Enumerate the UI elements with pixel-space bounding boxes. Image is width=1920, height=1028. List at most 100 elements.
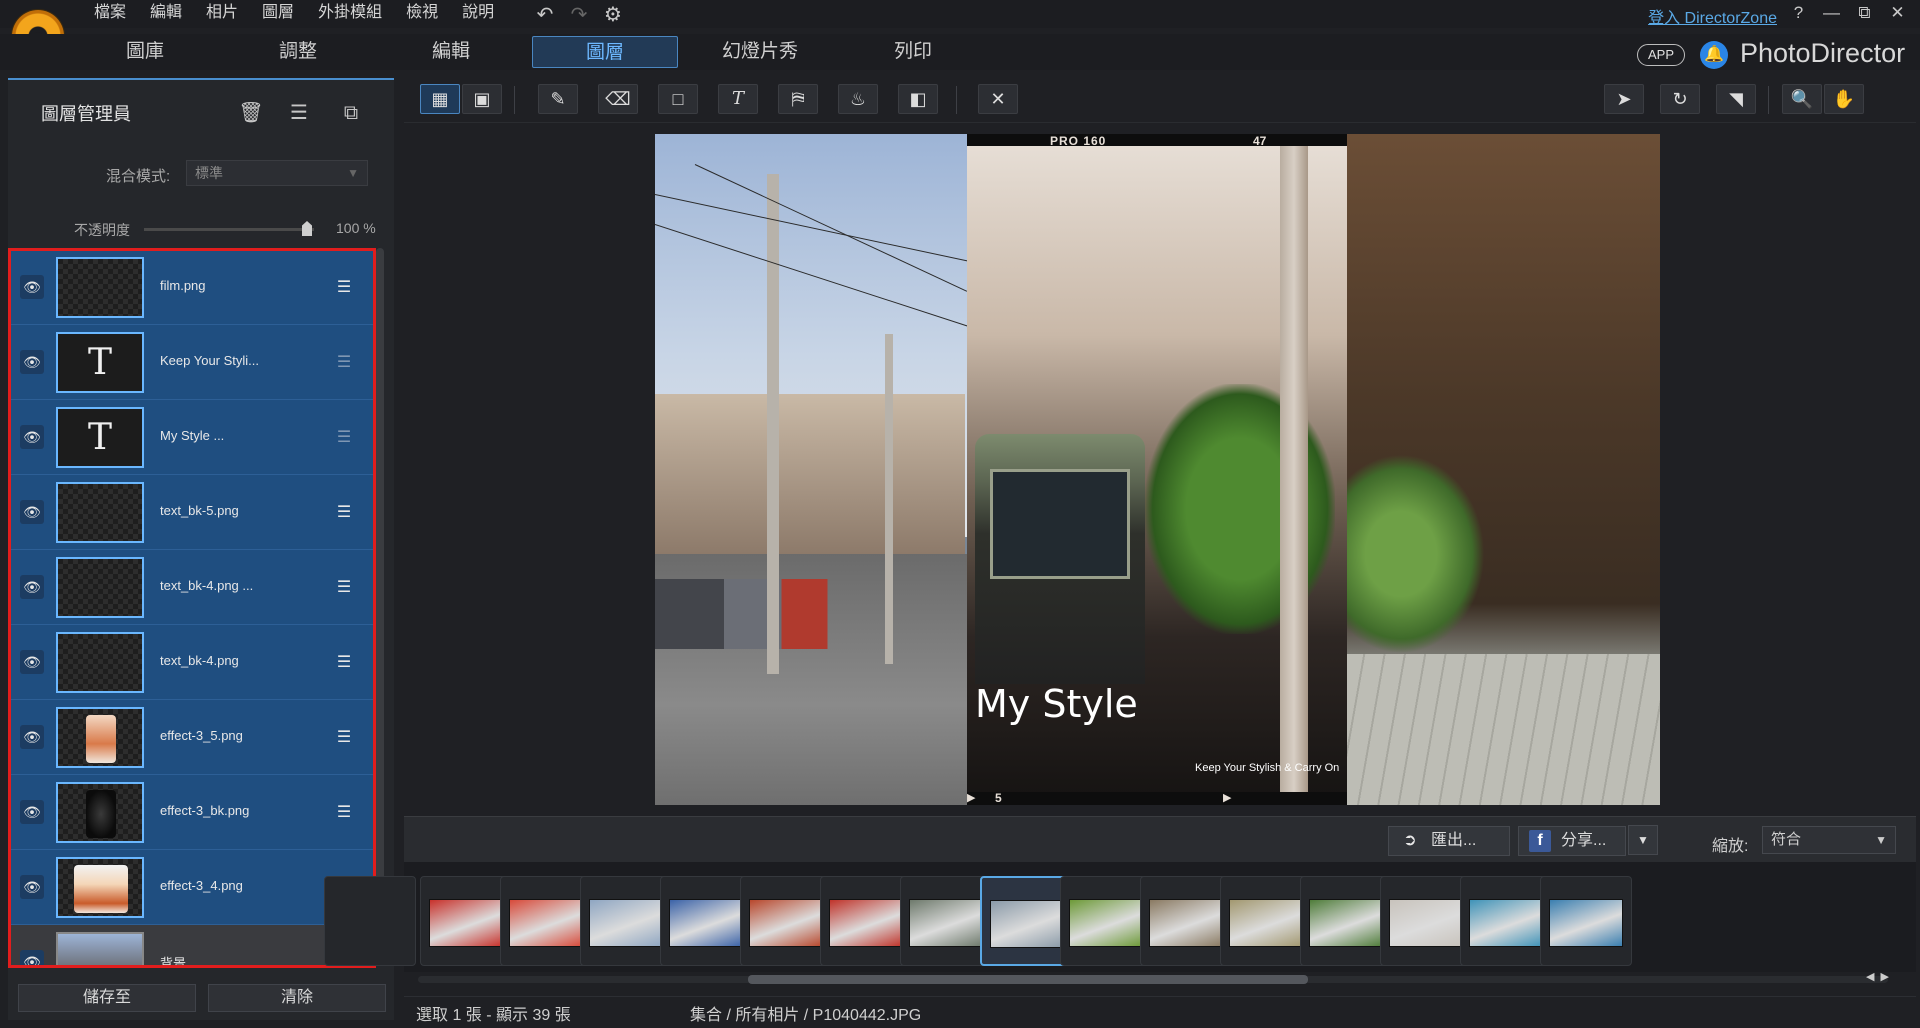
text-tool-icon[interactable]: T xyxy=(718,84,758,114)
blend-mode-select[interactable]: 標準 ▼ xyxy=(186,160,368,186)
tab-library[interactable]: 圖庫 xyxy=(100,36,190,68)
layer-item[interactable]: 👁 T Keep Your Styli... ☰ xyxy=(10,325,376,400)
close-icon[interactable]: ✕ xyxy=(1881,2,1914,24)
tab-layers[interactable]: 圖層 xyxy=(532,36,678,68)
canvas-title-text[interactable]: My Style xyxy=(975,682,1138,726)
menu-plugins[interactable]: 外掛模組 xyxy=(306,2,394,24)
filmstrip-thumbnail[interactable] xyxy=(1300,876,1392,966)
clear-button[interactable]: 清除 xyxy=(208,984,386,1012)
layer-item[interactable]: 👁 text_bk-5.png ☰ xyxy=(10,475,376,550)
login-link[interactable]: 登入 DirectorZone xyxy=(1648,4,1777,28)
layer-settings-icon[interactable]: ☰ xyxy=(332,426,356,450)
layer-item[interactable]: 👁 effect-3_4.png ☰ xyxy=(10,850,376,925)
eye-icon[interactable]: 👁 xyxy=(20,725,44,749)
export-button[interactable]: ➲ 匯出... xyxy=(1388,826,1510,856)
eye-icon[interactable]: 👁 xyxy=(20,575,44,599)
filmstrip-thumbnail[interactable] xyxy=(1220,876,1312,966)
canvas-subtitle-text[interactable]: Keep Your Stylish & Carry On xyxy=(1195,762,1339,774)
restore-icon[interactable]: ⧉ xyxy=(1848,2,1881,24)
filmstrip-thumbnail[interactable] xyxy=(1540,876,1632,966)
brush-icon[interactable]: ✎ xyxy=(538,84,578,114)
save-to-button[interactable]: 儲存至 xyxy=(18,984,196,1012)
zoom-select[interactable]: 符合 ▼ xyxy=(1762,826,1896,854)
eye-icon[interactable]: 👁 xyxy=(20,350,44,374)
layer-settings-icon[interactable]: ☰ xyxy=(332,801,356,825)
filmstrip-scroll-thumb[interactable] xyxy=(748,975,1308,984)
eye-icon[interactable]: 👁 xyxy=(20,650,44,674)
rectangle-icon[interactable]: □ xyxy=(658,84,698,114)
menu-view[interactable]: 檢視 xyxy=(394,2,450,24)
hand-pan-icon[interactable]: ✋ xyxy=(1824,84,1864,114)
filmstrip-thumbnail[interactable] xyxy=(820,876,912,966)
eraser-icon[interactable]: ⌫ xyxy=(598,84,638,114)
help-button[interactable]: ? xyxy=(1782,2,1815,24)
eye-icon[interactable]: 👁 xyxy=(20,950,44,968)
fill-bucket-icon[interactable]: ♨ xyxy=(838,84,878,114)
menu-edit[interactable]: 編輯 xyxy=(138,2,194,24)
eye-icon[interactable]: 👁 xyxy=(20,275,44,299)
view-layers-icon[interactable]: ▦ xyxy=(420,84,460,114)
eye-icon[interactable]: 👁 xyxy=(20,875,44,899)
layer-settings-icon[interactable]: ☰ xyxy=(332,276,356,300)
filmstrip-thumbnail[interactable] xyxy=(1380,876,1472,966)
filmstrip-thumbnail[interactable] xyxy=(1060,876,1152,966)
filmstrip-thumbnail[interactable] xyxy=(580,876,672,966)
menu-help[interactable]: 說明 xyxy=(450,2,506,24)
share-button[interactable]: f 分享... xyxy=(1518,826,1626,856)
layer-settings-icon[interactable]: ☰ xyxy=(332,576,356,600)
layer-item[interactable]: 👁 T My Style ... ☰ xyxy=(10,400,376,475)
layer-settings-icon[interactable]: ☰ xyxy=(332,501,356,525)
eye-icon[interactable]: 👁 xyxy=(20,800,44,824)
layer-settings-icon[interactable]: ☰ xyxy=(332,651,356,675)
gradient-icon[interactable]: ◧ xyxy=(898,84,938,114)
layer-options-icon[interactable]: ☰ xyxy=(286,100,312,126)
filmstrip-thumbnail[interactable] xyxy=(660,876,752,966)
rotate-icon[interactable]: ↻ xyxy=(1660,84,1700,114)
layer-item-background[interactable]: 👁 背景 ☰ xyxy=(10,925,376,968)
eye-icon[interactable]: 👁 xyxy=(20,500,44,524)
filmstrip-thumbnail[interactable] xyxy=(500,876,592,966)
add-layer-icon[interactable]: ⧉ xyxy=(338,100,364,126)
filmstrip-thumbnail[interactable] xyxy=(1460,876,1552,966)
menu-photo[interactable]: 相片 xyxy=(194,2,250,24)
photo-canvas[interactable]: PRO 160 47 ▶ 5 ▶ My Style Keep Your Styl… xyxy=(655,134,1660,805)
tab-print[interactable]: 列印 xyxy=(868,36,958,68)
filmstrip-thumbnail[interactable] xyxy=(980,876,1072,966)
undo-icon[interactable]: ↶ xyxy=(532,2,558,27)
tab-edit[interactable]: 編輯 xyxy=(406,36,496,68)
filmstrip-thumbnail[interactable] xyxy=(324,876,416,966)
view-photo-icon[interactable]: ▣ xyxy=(462,84,502,114)
flip-icon[interactable]: ◥ xyxy=(1716,84,1756,114)
tab-slideshow[interactable]: 幻燈片秀 xyxy=(712,36,808,68)
layer-item[interactable]: 👁 film.png ☰ xyxy=(10,250,376,325)
layer-item[interactable]: 👁 effect-3_5.png ☰ xyxy=(10,700,376,775)
select-arrow-icon[interactable]: ➤ xyxy=(1604,84,1644,114)
menu-layer[interactable]: 圖層 xyxy=(250,2,306,24)
layer-item[interactable]: 👁 effect-3_bk.png ☰ xyxy=(10,775,376,850)
opacity-slider[interactable] xyxy=(144,228,314,231)
minimize-icon[interactable]: — xyxy=(1815,2,1848,24)
filmstrip-scroll-arrows[interactable]: ◀▶ xyxy=(1866,970,1895,983)
share-dropdown-arrow[interactable]: ▼ xyxy=(1628,825,1658,855)
layer-item[interactable]: 👁 text_bk-4.png ... ☰ xyxy=(10,550,376,625)
tab-adjust[interactable]: 調整 xyxy=(253,36,343,68)
notification-icon[interactable]: 🔔 xyxy=(1700,41,1728,69)
filmstrip-thumbnail[interactable] xyxy=(1140,876,1232,966)
menu-file[interactable]: 檔案 xyxy=(82,2,138,24)
eye-icon[interactable]: 👁 xyxy=(20,425,44,449)
layer-settings-icon[interactable]: ☰ xyxy=(332,726,356,750)
layer-settings-icon[interactable]: ☰ xyxy=(332,351,356,375)
trash-icon[interactable]: 🗑 xyxy=(238,100,264,126)
cut-tools-icon[interactable]: ✕ xyxy=(978,84,1018,114)
filmstrip-thumbnail[interactable] xyxy=(900,876,992,966)
opacity-slider-handle[interactable] xyxy=(302,221,312,236)
gear-icon[interactable]: ⚙ xyxy=(600,2,626,27)
layer-list-scrollbar[interactable] xyxy=(376,248,384,888)
zoom-icon[interactable]: 🔍 xyxy=(1782,84,1822,114)
filmstrip-thumbnail[interactable] xyxy=(740,876,832,966)
layer-item[interactable]: 👁 text_bk-4.png ☰ xyxy=(10,625,376,700)
filmstrip-thumbnail[interactable] xyxy=(420,876,512,966)
redo-icon[interactable]: ↷ xyxy=(566,2,592,27)
app-button[interactable]: APP xyxy=(1637,44,1685,66)
clone-stamp-icon[interactable]: ⛿ xyxy=(778,84,818,114)
